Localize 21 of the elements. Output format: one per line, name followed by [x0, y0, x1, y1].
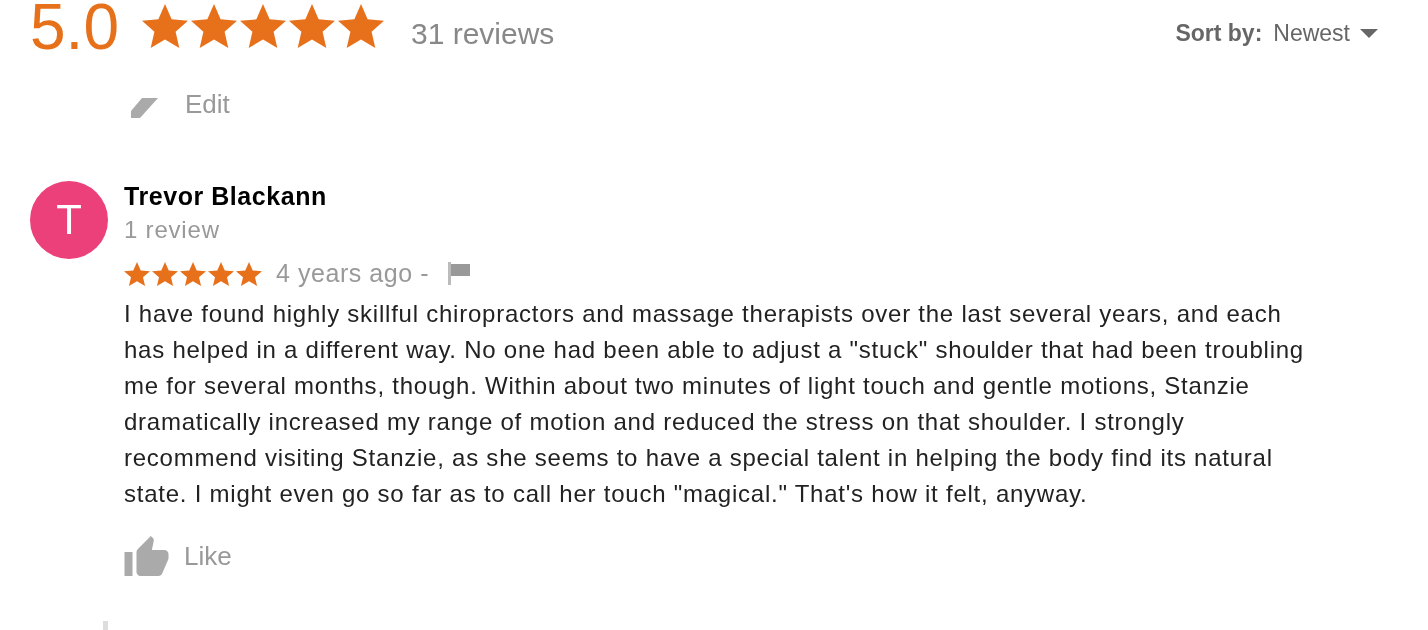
star-icon — [288, 4, 335, 48]
review-total: 31 reviews — [410, 19, 555, 49]
star-icon — [239, 4, 286, 48]
review-time: 4 years ago - — [276, 261, 430, 286]
star-icon — [152, 261, 178, 286]
pencil-icon — [131, 98, 158, 118]
star-icon — [236, 261, 262, 286]
star-icon — [337, 4, 384, 48]
star-icon — [141, 4, 188, 48]
review-text: I have found highly skillful chiropractors and massage therapists over the last several years, and each has helped in a different way. No one had been able to adjust a "stuck" shoulder that had been troubling me for several months, though. Within about two minutes of light touch and gentle motions, Stanzie dramatically increased my range of motion and reduced the stress on that shoulder. I strongly recommend visiting Stanzie, as she seems to have a special talent in helping the body find its natural state. I might even go so far as to call her touch "magical." That's how it felt, anyway. — [124, 299, 1305, 509]
sort-dropdown[interactable]: Sort by: Newest — [1175, 22, 1378, 45]
thumbs-up-icon — [124, 536, 169, 576]
flag-icon[interactable] — [448, 262, 471, 285]
reviewer-review-count: 1 review — [124, 218, 220, 242]
star-icon — [124, 261, 150, 286]
rating-score: 5.0 — [30, 0, 119, 59]
caret-icon — [1360, 29, 1378, 38]
star-icon — [208, 261, 234, 286]
star-icon — [190, 4, 237, 48]
star-icon — [180, 261, 206, 286]
reviewer-name[interactable]: Trevor Blackann — [124, 184, 327, 209]
